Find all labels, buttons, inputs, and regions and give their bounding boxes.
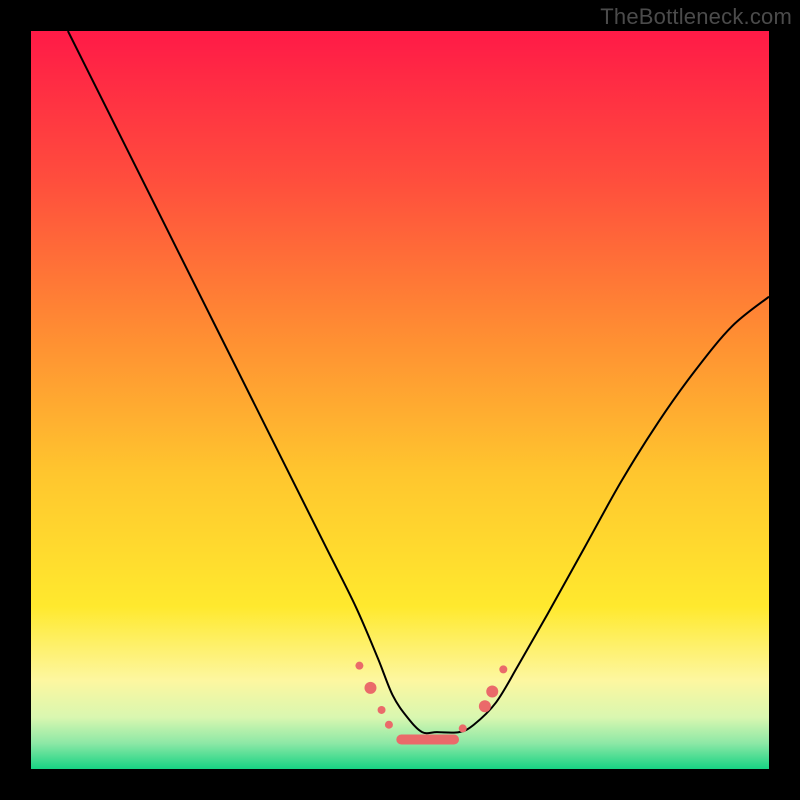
highlight-bar — [396, 734, 459, 744]
gradient-background — [31, 31, 769, 769]
highlight-dot — [385, 721, 393, 729]
highlight-dot — [364, 682, 376, 694]
highlight-dot — [378, 706, 386, 714]
watermark-text: TheBottleneck.com — [600, 4, 792, 30]
highlight-dot — [479, 700, 491, 712]
highlight-dot — [499, 665, 507, 673]
plot-area — [31, 31, 769, 769]
highlight-dot — [355, 662, 363, 670]
highlight-dot — [459, 724, 467, 732]
highlight-dot — [486, 686, 498, 698]
chart-svg — [31, 31, 769, 769]
chart-container: TheBottleneck.com — [0, 0, 800, 800]
